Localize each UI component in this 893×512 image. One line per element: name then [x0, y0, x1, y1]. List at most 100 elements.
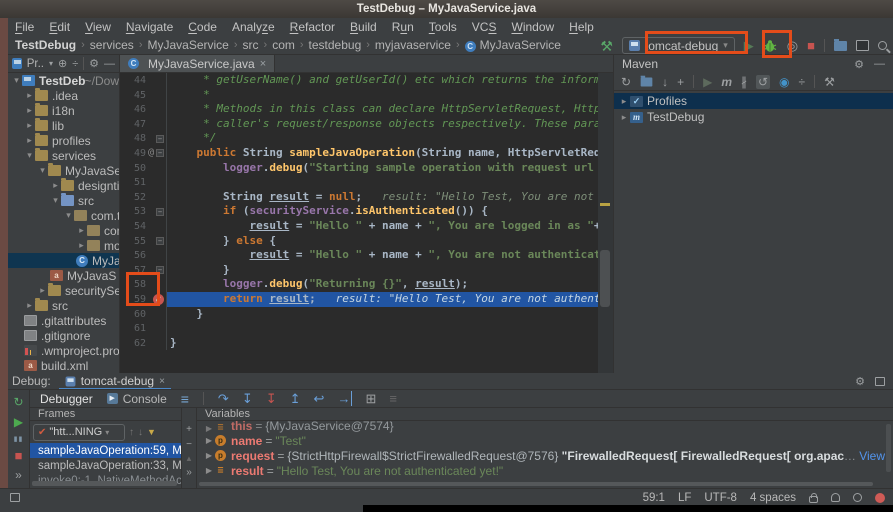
tree-expanded-arrow[interactable]: ▾	[50, 195, 61, 206]
menu-item-code[interactable]: Code	[188, 20, 217, 34]
tree-collapsed-arrow[interactable]: ▶	[203, 466, 215, 475]
scrollbar-thumb[interactable]	[600, 250, 610, 307]
menu-item-run[interactable]: Run	[392, 20, 414, 34]
more-icon[interactable]: »	[186, 467, 192, 478]
hide-panel-icon[interactable]: —	[874, 58, 885, 70]
add-maven-project-icon[interactable]: +	[677, 75, 684, 89]
project-tree-item[interactable]: ▾TestDebug ~/Dow	[8, 73, 119, 88]
project-tree-item[interactable]: ▸i18n	[8, 103, 119, 118]
breadcrumb-item[interactable]: CMyJavaService	[465, 38, 561, 52]
breadcrumb-item[interactable]: com	[272, 38, 295, 52]
notifications-icon[interactable]	[853, 493, 862, 502]
code-line[interactable]: 51	[120, 175, 598, 190]
hector-inspections-icon[interactable]	[831, 493, 840, 502]
project-tree-item[interactable]: ▸securityServic	[8, 283, 119, 298]
editor-tab[interactable]: C MyJavaService.java ×	[120, 55, 275, 72]
chevron-down-icon[interactable]: ▾	[49, 59, 53, 68]
breadcrumb-item[interactable]: testdebug	[309, 38, 362, 52]
toggle-toolwindows-icon[interactable]	[10, 493, 20, 502]
tab-console[interactable]: ▶ Console	[107, 392, 167, 406]
folder-icon[interactable]	[834, 41, 847, 51]
menu-item-help[interactable]: Help	[569, 20, 594, 34]
drop-frame-icon[interactable]: ↩	[314, 391, 325, 407]
frames-scrollbar[interactable]	[32, 481, 177, 486]
layout-menu-icon[interactable]: ≡	[181, 391, 189, 407]
breadcrumb-item[interactable]: MyJavaService	[147, 38, 228, 52]
menu-item-tools[interactable]: Tools	[429, 20, 457, 34]
tree-expanded-arrow[interactable]: ▾	[63, 210, 74, 221]
tab-debugger[interactable]: Debugger	[40, 392, 93, 406]
fold-marker-icon[interactable]: −	[156, 149, 164, 157]
add-watch-icon[interactable]: +	[186, 424, 192, 435]
menu-item-refactor[interactable]: Refactor	[290, 20, 335, 34]
search-icon[interactable]	[878, 41, 887, 50]
filter-icon[interactable]: ▼	[147, 427, 156, 437]
stop-icon[interactable]: ■	[15, 449, 23, 462]
menu-item-build[interactable]: Build	[350, 20, 377, 34]
code-line[interactable]: 56 result = "Hello " + name + ", You are…	[120, 248, 598, 263]
more-options-icon[interactable]: ≡	[389, 391, 397, 406]
tree-collapsed-arrow[interactable]: ▸	[618, 112, 630, 123]
run-to-cursor-icon[interactable]: →	[337, 391, 352, 406]
menu-item-edit[interactable]: Edit	[49, 20, 70, 34]
code-line[interactable]: 58 logger.debug("Returning {}", result);	[120, 277, 598, 292]
tree-expanded-arrow[interactable]: ▾	[24, 150, 35, 161]
resume-icon[interactable]: ▶	[14, 415, 23, 429]
project-tree-item[interactable]: .gitattributes	[8, 313, 119, 328]
tree-collapsed-arrow[interactable]: ▸	[618, 96, 630, 107]
debug-session-tab[interactable]: tomcat-debug ×	[59, 373, 171, 389]
project-tree-item[interactable]: ▸lib	[8, 118, 119, 133]
remove-watch-icon[interactable]: −	[186, 439, 192, 450]
project-tree-item[interactable]: .gitignore	[8, 328, 119, 343]
tree-collapsed-arrow[interactable]: ▸	[24, 300, 35, 311]
build-hammer-icon[interactable]: ⚒	[600, 39, 613, 53]
maven-tree-item[interactable]: ▸✓Profiles	[614, 93, 893, 109]
breadcrumb-item[interactable]: src	[243, 38, 259, 52]
project-tree-item[interactable]: ▾src	[8, 193, 119, 208]
tree-collapsed-arrow[interactable]: ▸	[76, 240, 87, 251]
tree-collapsed-arrow[interactable]: ▸	[50, 180, 61, 191]
editor-scrollbar[interactable]	[598, 73, 613, 373]
code-line[interactable]: 53− if (securityService.isAuthenticated(…	[120, 204, 598, 219]
breadcrumb-item[interactable]: TestDebug	[15, 38, 76, 52]
collapse-all-icon[interactable]: ÷	[72, 58, 78, 70]
step-over-icon[interactable]: ↷	[218, 391, 229, 407]
caret-position[interactable]: 59:1	[643, 492, 665, 504]
tree-collapsed-arrow[interactable]: ▶	[203, 451, 215, 460]
tree-collapsed-arrow[interactable]: ▶	[203, 424, 215, 433]
write-lock-icon[interactable]	[809, 496, 818, 503]
project-tree-item[interactable]: ▾com.test	[8, 208, 119, 223]
title-bar[interactable]: TestDebug – MyJavaService.java	[0, 0, 893, 18]
thread-selector[interactable]: ✔ "htt...NING ▾	[33, 424, 125, 441]
hide-panel-icon[interactable]: —	[104, 58, 115, 70]
menu-item-window[interactable]: Window	[511, 20, 554, 34]
gear-icon[interactable]: ⚙	[854, 58, 864, 71]
collapse-all-icon[interactable]: ÷	[799, 75, 806, 89]
warning-stripe-mark[interactable]	[600, 203, 610, 206]
prev-frame-icon[interactable]: ↑	[129, 427, 134, 438]
project-tree-item[interactable]: ▸designtime	[8, 178, 119, 193]
code-line[interactable]: 47 * caller's request/response objects r…	[120, 117, 598, 132]
rerun-icon[interactable]: ↻	[13, 395, 23, 409]
breadcrumb-item[interactable]: myjavaservice	[375, 38, 451, 52]
menu-item-navigate[interactable]: Navigate	[126, 20, 173, 34]
offline-mode-icon[interactable]: ↺	[756, 75, 770, 89]
project-tree-item[interactable]: .wmproject.prop	[8, 343, 119, 358]
line-ending[interactable]: LF	[678, 492, 691, 504]
code-line[interactable]: 59✓ return result; result: "Hello Test, …	[120, 292, 598, 307]
variable-row[interactable]: ▶≡result="Hello Test, You are not authen…	[197, 463, 885, 478]
variable-row[interactable]: ▶prequest={StrictHttpFirewall$StrictFire…	[197, 448, 885, 463]
project-tree-item[interactable]: ▸mode	[8, 238, 119, 253]
tree-collapsed-arrow[interactable]: ▸	[76, 225, 87, 236]
menu-item-vcs[interactable]: VCS	[472, 20, 497, 34]
tree-expanded-arrow[interactable]: ▾	[11, 75, 22, 86]
project-tree-item[interactable]: CMyJav	[8, 253, 119, 268]
skip-tests-icon[interactable]: ∦	[741, 75, 747, 89]
tree-collapsed-arrow[interactable]: ▸	[24, 135, 35, 146]
code-line[interactable]: 49@− public String sampleJavaOperation(S…	[120, 146, 598, 161]
project-tree-item[interactable]: abuild.xml	[8, 358, 119, 373]
project-view-label[interactable]: Pr..	[27, 58, 44, 70]
fold-marker-icon[interactable]: −	[156, 237, 164, 245]
variable-row[interactable]: ▶pname="Test"	[197, 433, 885, 448]
show-dependencies-icon[interactable]: ◉	[779, 75, 789, 89]
